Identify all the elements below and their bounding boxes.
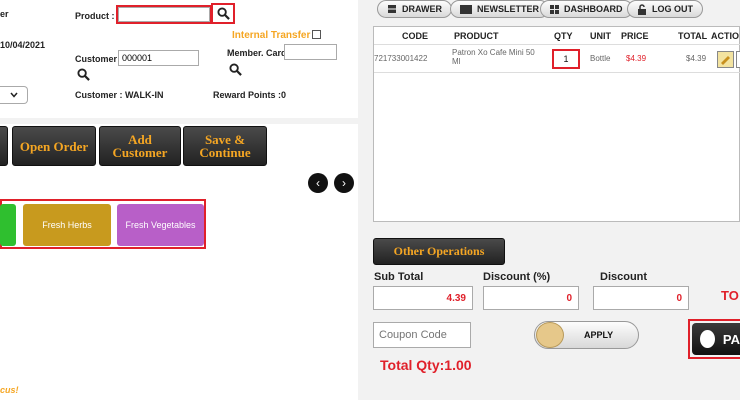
edit-row-button[interactable]	[717, 51, 734, 68]
table-row: 721733001422 Patron Xo Cafe Mini 50 Ml 1…	[374, 45, 740, 73]
delete-row-button[interactable]	[736, 51, 740, 68]
discount-label: Discount	[600, 271, 648, 283]
category-fresh-herbs[interactable]: Fresh Herbs	[23, 204, 111, 246]
internal-transfer-label: Internal Transfer	[232, 30, 311, 41]
pay-button[interactable]: PA	[692, 323, 740, 355]
col-qty: QTY	[554, 31, 573, 41]
discount-pct-label: Discount (%)	[483, 271, 551, 283]
grid-icon	[550, 4, 559, 14]
next-category-button[interactable]: ›	[334, 173, 354, 193]
discount-pct-input[interactable]: 0	[483, 286, 579, 310]
member-search-icon[interactable]	[229, 63, 242, 76]
row-total: $4.39	[686, 54, 707, 63]
row-code: 721733001422	[374, 54, 428, 63]
sub-total-label: Sub Total	[374, 271, 424, 283]
row-unit: Bottle	[590, 54, 611, 63]
dashboard-label: DASHBOARD	[564, 4, 623, 14]
chevron-down-icon	[9, 92, 18, 98]
customer-input[interactable]	[118, 50, 199, 66]
open-order-button[interactable]: Open Order	[12, 126, 96, 166]
customer-search-icon[interactable]	[77, 68, 90, 81]
order-date: 10/04/2021	[0, 40, 46, 50]
col-code: CODE	[402, 31, 429, 41]
discount-input[interactable]: 0	[593, 286, 689, 310]
col-unit: UNIT	[590, 31, 611, 41]
product-input[interactable]	[116, 5, 212, 24]
envelope-icon	[460, 4, 472, 14]
customer-label: Customer :	[75, 54, 123, 64]
newsletter-label: NEWSLETTER	[477, 4, 539, 14]
category-fresh-vegetables[interactable]: Fresh Vegetables	[117, 204, 204, 246]
left-panel: er 10/04/2021 Product : Internal Transfe…	[0, 0, 358, 400]
total-label: TO	[721, 288, 739, 303]
edit-icon	[721, 56, 730, 65]
row-price: $4.39	[626, 54, 647, 63]
product-label: Product :	[75, 11, 115, 21]
coupon-code-input[interactable]	[373, 322, 471, 348]
logout-label: LOG OUT	[652, 4, 693, 14]
drawer-label: DRAWER	[402, 4, 442, 14]
divider	[0, 118, 358, 124]
category-cut[interactable]	[0, 204, 16, 246]
cut-action-button[interactable]	[0, 126, 8, 166]
apply-button[interactable]: APPLY	[534, 321, 639, 349]
pay-button-frame: PA	[688, 319, 740, 359]
category-strip: Fresh Herbs Fresh Vegetables	[0, 199, 206, 249]
drawer-button[interactable]: DRAWER	[377, 0, 452, 18]
footer-text: cus!	[0, 385, 19, 395]
pay-label: PA	[722, 331, 740, 347]
member-card-label: Member. Card:	[227, 48, 290, 58]
row-product: Patron Xo Cafe Mini 50 Ml	[452, 48, 535, 66]
customer-name: Customer : WALK-IN	[75, 90, 164, 100]
product-search-button[interactable]	[211, 3, 235, 24]
col-total: TOTAL	[678, 31, 708, 41]
newsletter-button[interactable]: NEWSLETTER	[450, 0, 549, 18]
lock-icon	[638, 3, 646, 15]
pay-icon	[700, 330, 715, 348]
col-product: PRODUCT	[454, 31, 499, 41]
reward-points: Reward Points :0	[213, 90, 287, 100]
cart-table: CODE PRODUCT QTY UNIT PRICE TOTAL ACTIO …	[373, 26, 740, 222]
chevron-right-icon: ›	[342, 176, 346, 190]
row-qty-input[interactable]: 1	[552, 49, 580, 69]
coupon-icon	[536, 322, 564, 348]
customer-type-select[interactable]	[0, 86, 28, 104]
apply-label: APPLY	[584, 330, 614, 340]
cut-label: er	[0, 9, 9, 19]
dashboard-button[interactable]: DASHBOARD	[540, 0, 633, 18]
total-qty: Total Qty:1.00	[380, 357, 472, 373]
prev-category-button[interactable]: ‹	[308, 173, 328, 193]
col-action: ACTIO	[711, 31, 739, 41]
chevron-left-icon: ‹	[316, 176, 320, 190]
drawer-icon	[388, 5, 396, 13]
member-card-input[interactable]	[284, 44, 337, 60]
other-operations-button[interactable]: Other Operations	[373, 238, 505, 265]
order-form: er 10/04/2021 Product : Internal Transfe…	[0, 0, 358, 118]
save-continue-button[interactable]: Save & Continue	[183, 126, 267, 166]
logout-button[interactable]: LOG OUT	[627, 0, 703, 18]
sub-total-field: 4.39	[373, 286, 473, 310]
internal-transfer-checkbox[interactable]	[312, 30, 321, 39]
col-price: PRICE	[621, 31, 649, 41]
add-customer-button[interactable]: Add Customer	[99, 126, 181, 166]
search-icon	[216, 7, 230, 20]
